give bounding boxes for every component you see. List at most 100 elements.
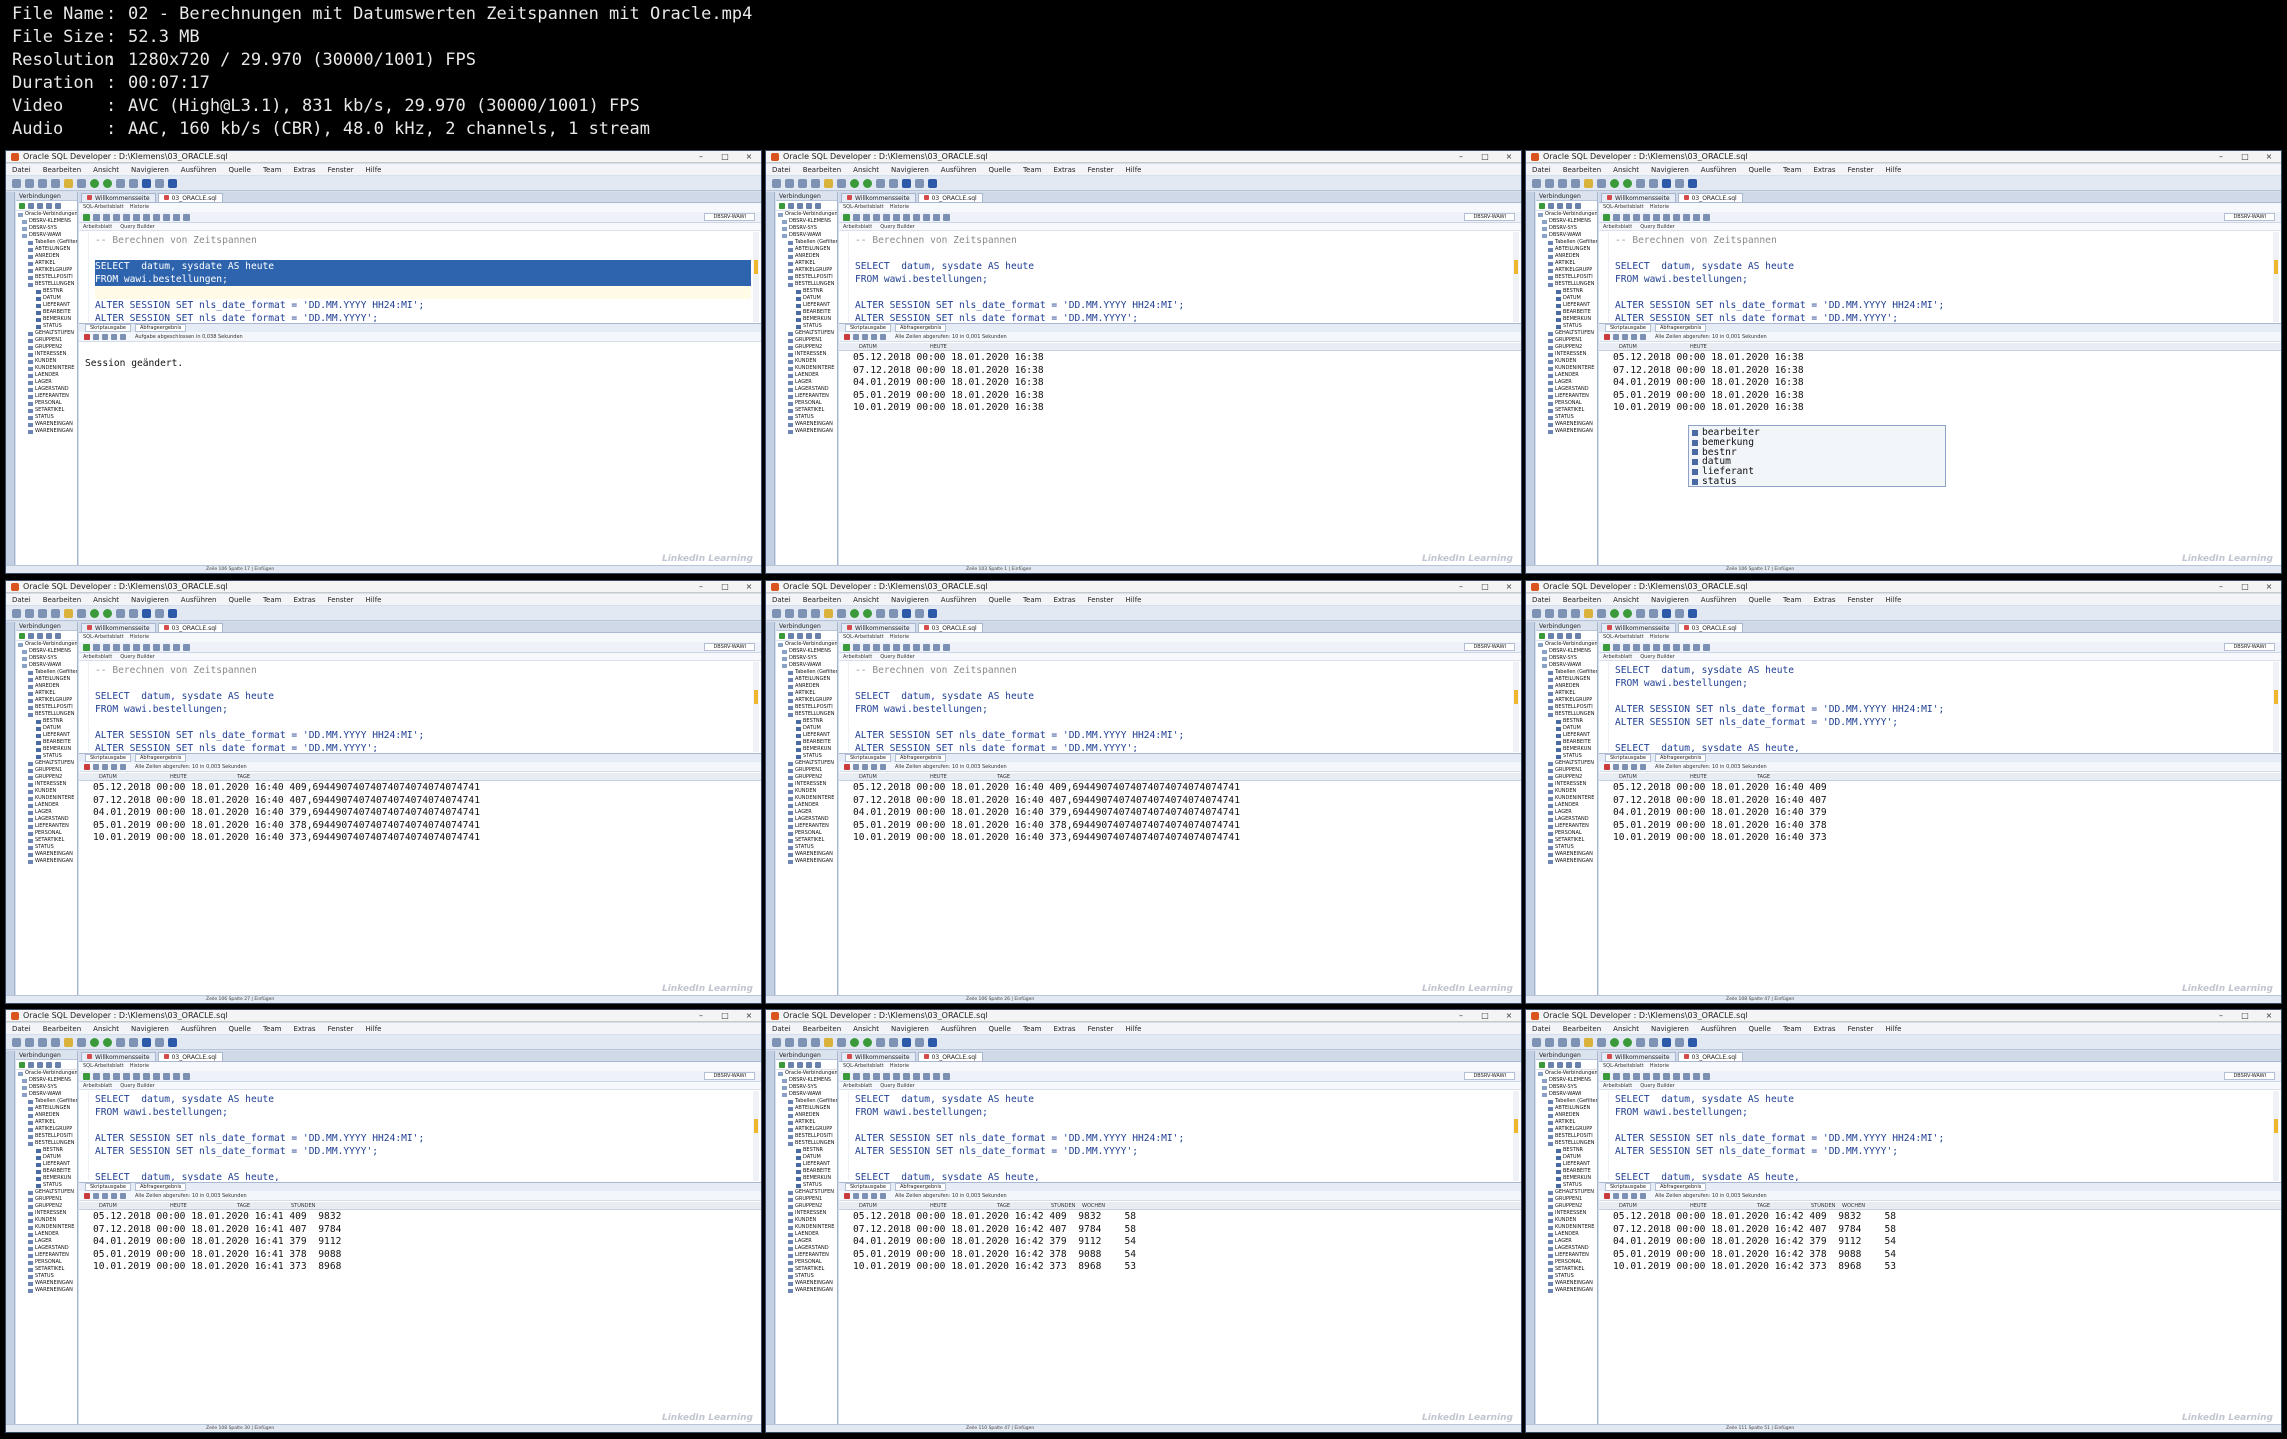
tree-node[interactable]: LAENDER bbox=[1536, 1231, 1597, 1238]
menu-item[interactable]: Extras bbox=[1813, 166, 1835, 174]
column-header[interactable]: STUNDEN bbox=[1051, 1202, 1075, 1210]
tree-node[interactable]: PERSONAL bbox=[1536, 1259, 1597, 1266]
result-grid[interactable]: 05.12.2018 00:00 18.01.2020 16:42 409 98… bbox=[1613, 1211, 2281, 1412]
tree-node[interactable]: PERSONAL bbox=[776, 1259, 837, 1266]
toolbar-icon[interactable] bbox=[103, 1037, 112, 1047]
worksheet-tab[interactable]: Arbeitsblatt bbox=[1603, 224, 1632, 230]
tree-node[interactable]: GRUPPEN2 bbox=[16, 1203, 77, 1210]
table-row[interactable]: 10.01.2019 00:00 18.01.2020 16:41 373 89… bbox=[93, 1261, 761, 1274]
tree-node[interactable]: WARENEINGAN bbox=[776, 428, 837, 435]
toolbar-icon[interactable] bbox=[889, 1037, 898, 1047]
tree-node[interactable]: DATUM bbox=[776, 725, 837, 732]
toolbar-icon[interactable] bbox=[772, 1037, 781, 1047]
result-tab[interactable]: Skriptausgabe bbox=[1605, 324, 1651, 332]
document-tab[interactable]: Willkommensseite bbox=[841, 1052, 916, 1061]
table-row[interactable]: 05.01.2019 00:00 18.01.2020 16:38 bbox=[853, 390, 1521, 403]
tree-node[interactable]: WARENEINGAN bbox=[1536, 1280, 1597, 1287]
tab-close-icon[interactable] bbox=[163, 1054, 169, 1059]
tree-node[interactable]: KUNDEN bbox=[1536, 1217, 1597, 1224]
tab-close-icon[interactable] bbox=[87, 195, 92, 200]
table-row[interactable]: 07.12.2018 00:00 18.01.2020 16:38 bbox=[1613, 365, 2281, 378]
subtab[interactable]: Historie bbox=[1650, 204, 1669, 210]
tree-node[interactable]: STATUS bbox=[776, 753, 837, 760]
document-tab[interactable]: 03_ORACLE.sql bbox=[917, 193, 983, 202]
worksheet-tab[interactable]: Query Builder bbox=[1640, 654, 1674, 660]
column-header[interactable]: HEUTE bbox=[1690, 1202, 1707, 1210]
editor-tool-icon[interactable] bbox=[843, 213, 850, 221]
connections-tool-icon[interactable] bbox=[1557, 633, 1563, 639]
editor-tool-icon[interactable] bbox=[143, 1072, 150, 1080]
editor-tool-icon[interactable] bbox=[1673, 643, 1680, 651]
tree-node[interactable]: DBSRV-WAWI bbox=[16, 662, 77, 669]
tree-node[interactable]: LIEFERANTEN bbox=[776, 1252, 837, 1259]
menu-item[interactable]: Fenster bbox=[1088, 596, 1114, 604]
tree-node[interactable]: WARENEINGAN bbox=[1536, 421, 1597, 428]
tree-node[interactable]: BEARBEITE bbox=[16, 309, 77, 316]
document-tab[interactable]: Willkommensseite bbox=[81, 1052, 156, 1061]
editor-tool-icon[interactable] bbox=[103, 1072, 110, 1080]
tree-node[interactable]: DBSRV-SYS bbox=[776, 655, 837, 662]
toolbar-icon[interactable] bbox=[1649, 608, 1658, 618]
tree-node[interactable]: BESTELLUNGEN bbox=[776, 1140, 837, 1147]
table-row[interactable]: 04.01.2019 00:00 18.01.2020 16:40 379,69… bbox=[93, 807, 761, 820]
menu-item[interactable]: Navigieren bbox=[891, 1025, 929, 1033]
connections-tool-icon[interactable] bbox=[1566, 203, 1572, 209]
toolbar-icon[interactable] bbox=[1558, 1037, 1567, 1047]
table-row[interactable]: 04.01.2019 00:00 18.01.2020 16:42 379 91… bbox=[853, 1236, 1521, 1249]
tree-node[interactable]: KUNDEN bbox=[776, 358, 837, 365]
tree-node[interactable]: LAGER bbox=[1536, 1238, 1597, 1245]
document-tab[interactable]: 03_ORACLE.sql bbox=[157, 193, 223, 202]
maximize-button[interactable]: □ bbox=[713, 152, 737, 161]
editor-tool-icon[interactable] bbox=[153, 213, 160, 221]
menu-item[interactable]: Extras bbox=[1813, 596, 1835, 604]
toolbar-icon[interactable] bbox=[1688, 608, 1697, 618]
tree-node[interactable]: ANREDEN bbox=[776, 683, 837, 690]
tree-node[interactable]: Oracle-Verbindungen bbox=[776, 641, 837, 648]
tab-close-icon[interactable] bbox=[1683, 195, 1689, 200]
toolbar-icon[interactable] bbox=[1610, 178, 1619, 188]
editor-tool-icon[interactable] bbox=[1673, 213, 1680, 221]
result-tool-icon[interactable] bbox=[120, 763, 126, 770]
menu-item[interactable]: Navigieren bbox=[891, 596, 929, 604]
editor-tool-icon[interactable] bbox=[1603, 213, 1610, 221]
tree-node[interactable]: INTERESSEN bbox=[16, 781, 77, 788]
sql-code-editor[interactable]: SELECT datum, sysdate AS heute FROM wawi.… bbox=[839, 1091, 1511, 1181]
editor-tool-icon[interactable] bbox=[183, 213, 190, 221]
tree-node[interactable]: DATUM bbox=[1536, 295, 1597, 302]
result-tool-icon[interactable] bbox=[1613, 1192, 1619, 1199]
connection-select[interactable]: DBSRV-WAWI bbox=[704, 643, 755, 651]
worksheet-tab[interactable]: Query Builder bbox=[1640, 224, 1674, 230]
menu-item[interactable]: Hilfe bbox=[1886, 596, 1902, 604]
tree-node[interactable]: ARTIKEL bbox=[776, 1119, 837, 1126]
tree-node[interactable]: LAGERSTAND bbox=[776, 386, 837, 393]
tree-node[interactable]: ANREDEN bbox=[1536, 683, 1597, 690]
tree-node[interactable]: BESTELLPOSITI bbox=[16, 274, 77, 281]
result-tool-icon[interactable] bbox=[84, 1192, 90, 1199]
minimize-button[interactable]: – bbox=[689, 152, 713, 161]
toolbar-icon[interactable] bbox=[1675, 178, 1684, 188]
editor-tool-icon[interactable] bbox=[933, 643, 940, 651]
subtab[interactable]: SQL-Arbeitsblatt bbox=[1603, 204, 1644, 210]
tree-node[interactable]: BESTNR bbox=[1536, 718, 1597, 725]
toolbar-icon[interactable] bbox=[38, 608, 47, 618]
column-header[interactable]: DATUM bbox=[859, 343, 877, 351]
column-header[interactable]: TAGE bbox=[997, 773, 1010, 781]
tree-node[interactable]: BESTNR bbox=[16, 288, 77, 295]
tree-node[interactable]: ANREDEN bbox=[1536, 253, 1597, 260]
column-header[interactable]: HEUTE bbox=[170, 1202, 187, 1210]
menu-item[interactable]: Hilfe bbox=[1126, 1025, 1142, 1033]
toolbar-icon[interactable] bbox=[64, 608, 73, 618]
table-row[interactable]: 05.12.2018 00:00 18.01.2020 16:38 bbox=[1613, 352, 2281, 365]
tree-node[interactable]: WARENEINGAN bbox=[16, 851, 77, 858]
tree-node[interactable]: SETARTIKEL bbox=[1536, 1266, 1597, 1273]
tree-node[interactable]: ANREDEN bbox=[16, 1112, 77, 1119]
connections-tool-icon[interactable] bbox=[1539, 633, 1545, 639]
maximize-button[interactable]: □ bbox=[2233, 582, 2257, 591]
subtab[interactable]: SQL-Arbeitsblatt bbox=[843, 204, 884, 210]
toolbar-icon[interactable] bbox=[850, 608, 859, 618]
tree-node[interactable]: DATUM bbox=[1536, 1154, 1597, 1161]
result-grid[interactable]: 05.12.2018 00:00 18.01.2020 16:38 07.12.2… bbox=[853, 352, 1521, 553]
result-tab[interactable]: Abfrageergebnis bbox=[1654, 324, 1707, 332]
result-tool-icon[interactable] bbox=[880, 1192, 886, 1199]
column-header[interactable]: WOCHEN bbox=[1842, 1202, 1865, 1210]
